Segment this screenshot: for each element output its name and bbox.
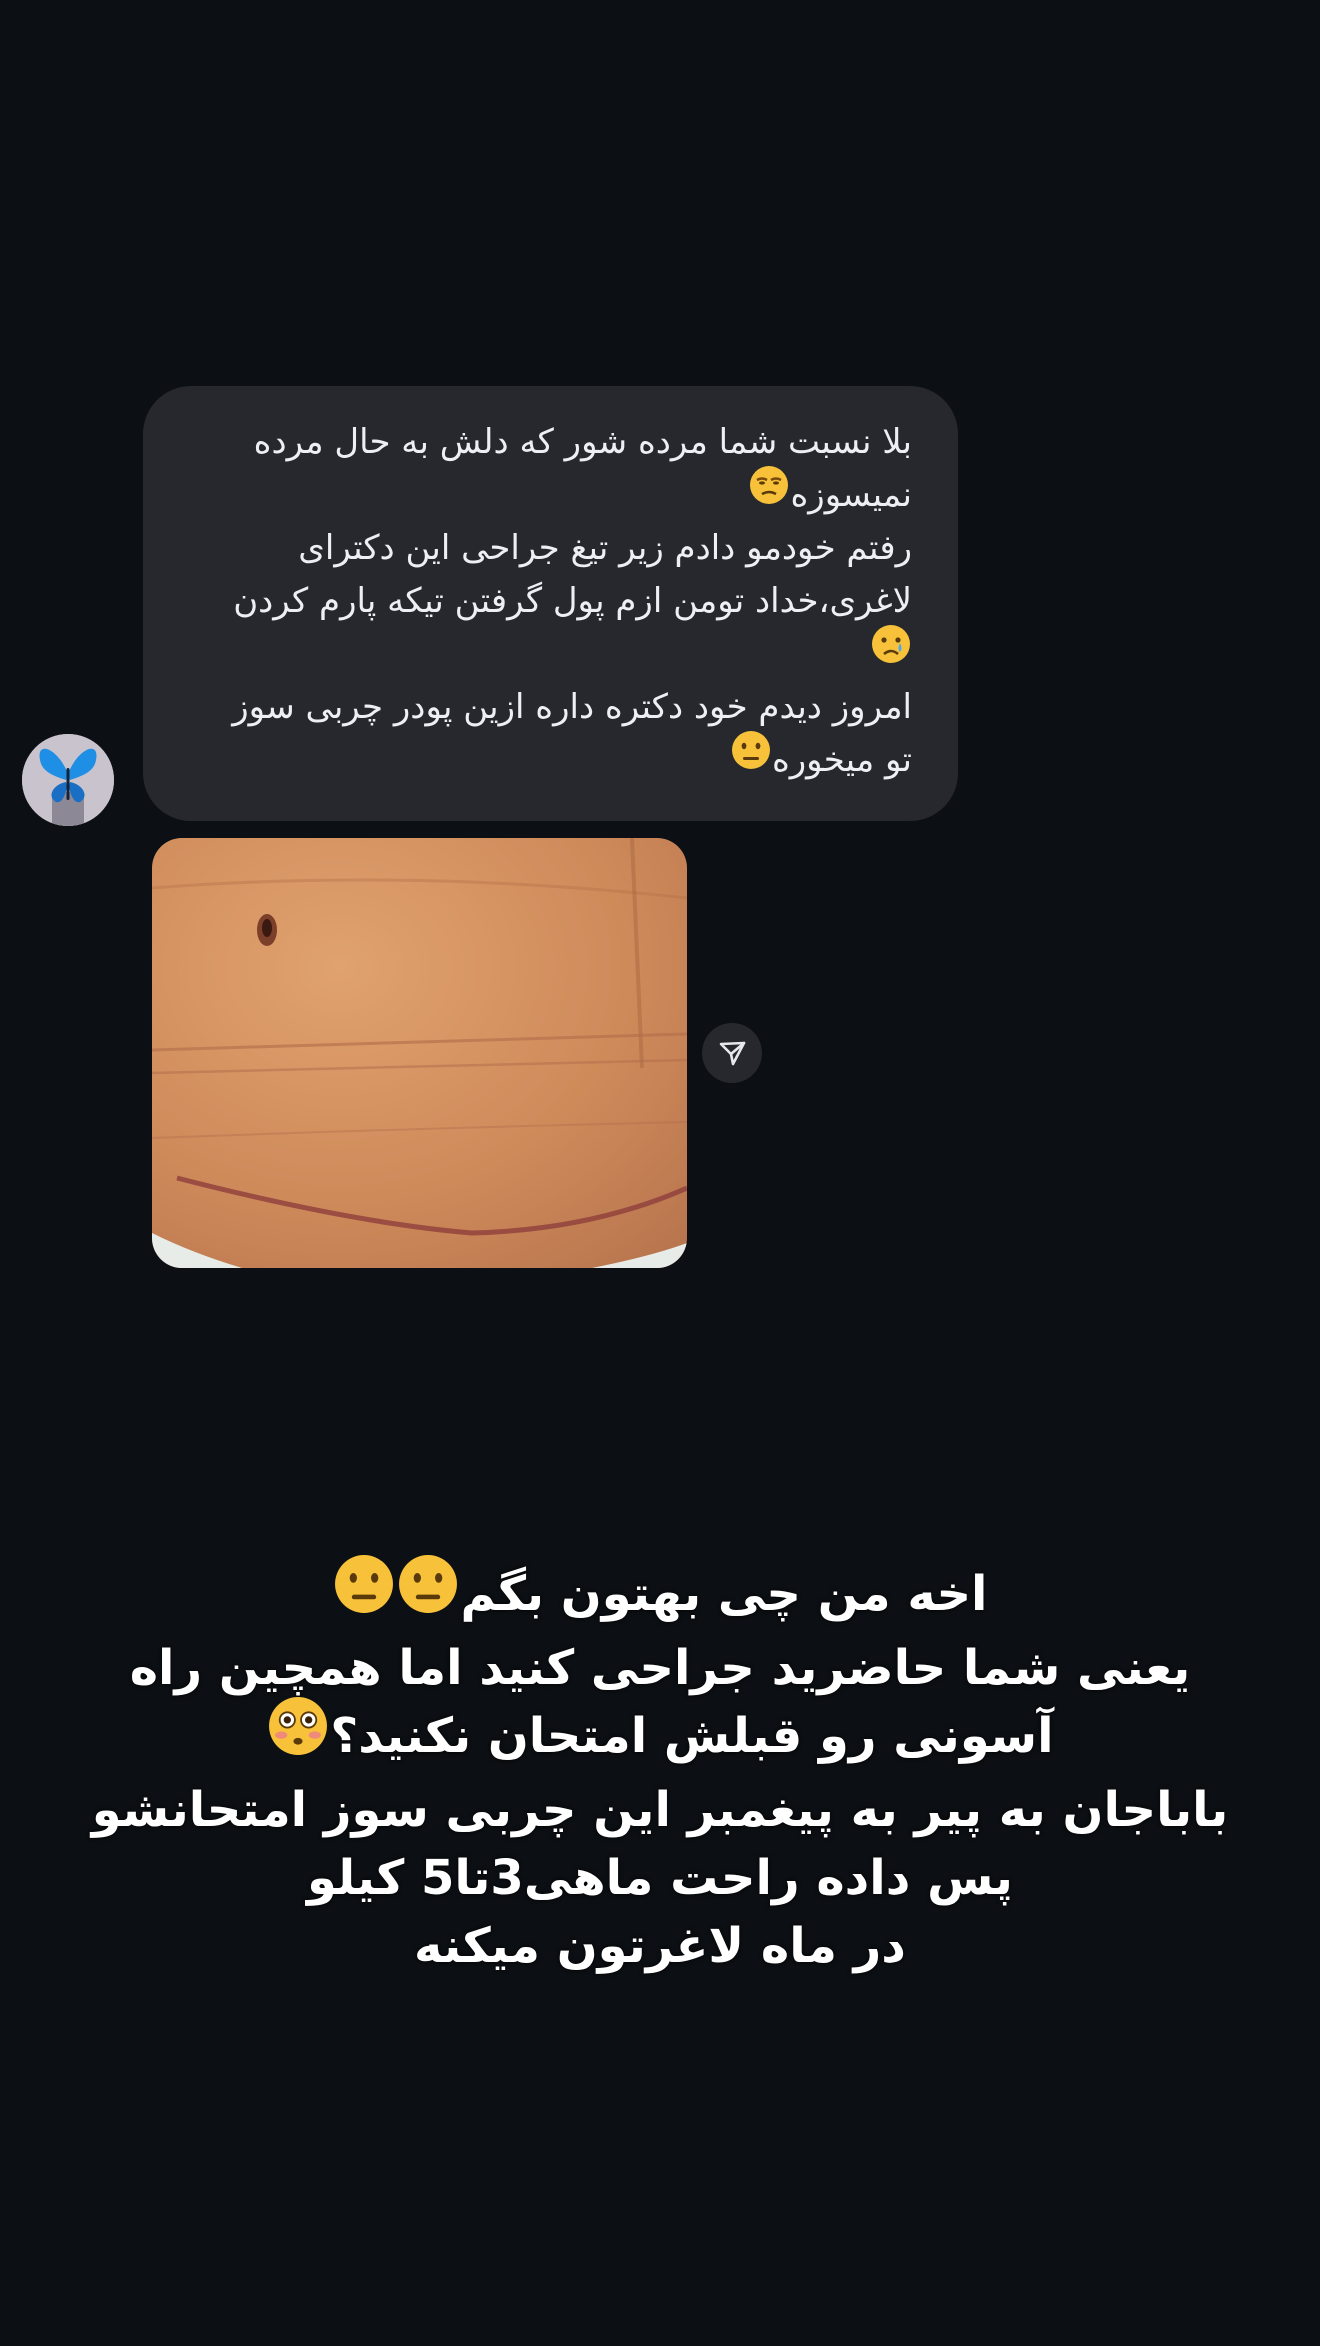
caption-line-3-text: آسونی رو قبلش امتحان نکنید؟ (330, 1708, 1054, 1764)
sender-avatar[interactable] (22, 734, 114, 826)
message-line-5 (189, 624, 912, 681)
message-photo[interactable] (152, 838, 687, 1268)
butterfly-icon (22, 734, 114, 826)
share-button[interactable] (702, 1023, 762, 1083)
story-caption: اخه من چی بهتون بگم یعنی شما حاضرید جراح… (60, 1555, 1260, 1980)
message-bubble[interactable]: بلا نسبت شما مرده شور که دلش به حال مرده… (143, 386, 958, 821)
caption-line-3: آسونی رو قبلش امتحان نکنید؟ (60, 1697, 1260, 1776)
message-line-3: رفتم خودمو دادم زیر تیغ جراحی این دکترای (298, 528, 912, 568)
unamused-face-icon (748, 464, 790, 522)
message-line-6: امروز دیدم خود دکتره داره ازین پودر چربی… (232, 687, 912, 727)
neutral-face-icon (730, 729, 772, 787)
message-line-4: لاغری،خداد تومن ازم پول گرفتن تیکه پارم … (233, 581, 912, 621)
caption-line-6: در ماه لاغرتون میکنه (414, 1918, 906, 1974)
crying-face-icon (870, 623, 912, 681)
message-line-7-text: تو میخوره (771, 740, 912, 780)
caption-line-1: اخه من چی بهتون بگم (60, 1555, 1260, 1634)
flushed-face-icon (266, 1694, 330, 1776)
message-line-2-text: نمیسوزه (790, 475, 912, 515)
caption-line-5: پس داده راحت ماهی3تا5 کیلو (307, 1850, 1013, 1906)
send-icon (719, 1041, 746, 1066)
message-line-2: نمیسوزه (189, 465, 912, 522)
caption-line-2: یعنی شما حاضرید جراحی کنید اما همچین راه (129, 1640, 1191, 1696)
message-line-1: بلا نسبت شما مرده شور که دلش به حال مرده (253, 422, 912, 462)
caption-line-1-text: اخه من چی بهتون بگم (460, 1566, 988, 1622)
neutral-face-icon (332, 1552, 396, 1634)
neutral-face-icon (396, 1552, 460, 1634)
message-line-7: تو میخوره (189, 730, 912, 787)
caption-line-4: باباجان به پیر به پیغمبر این چربی سوز ام… (91, 1782, 1229, 1838)
